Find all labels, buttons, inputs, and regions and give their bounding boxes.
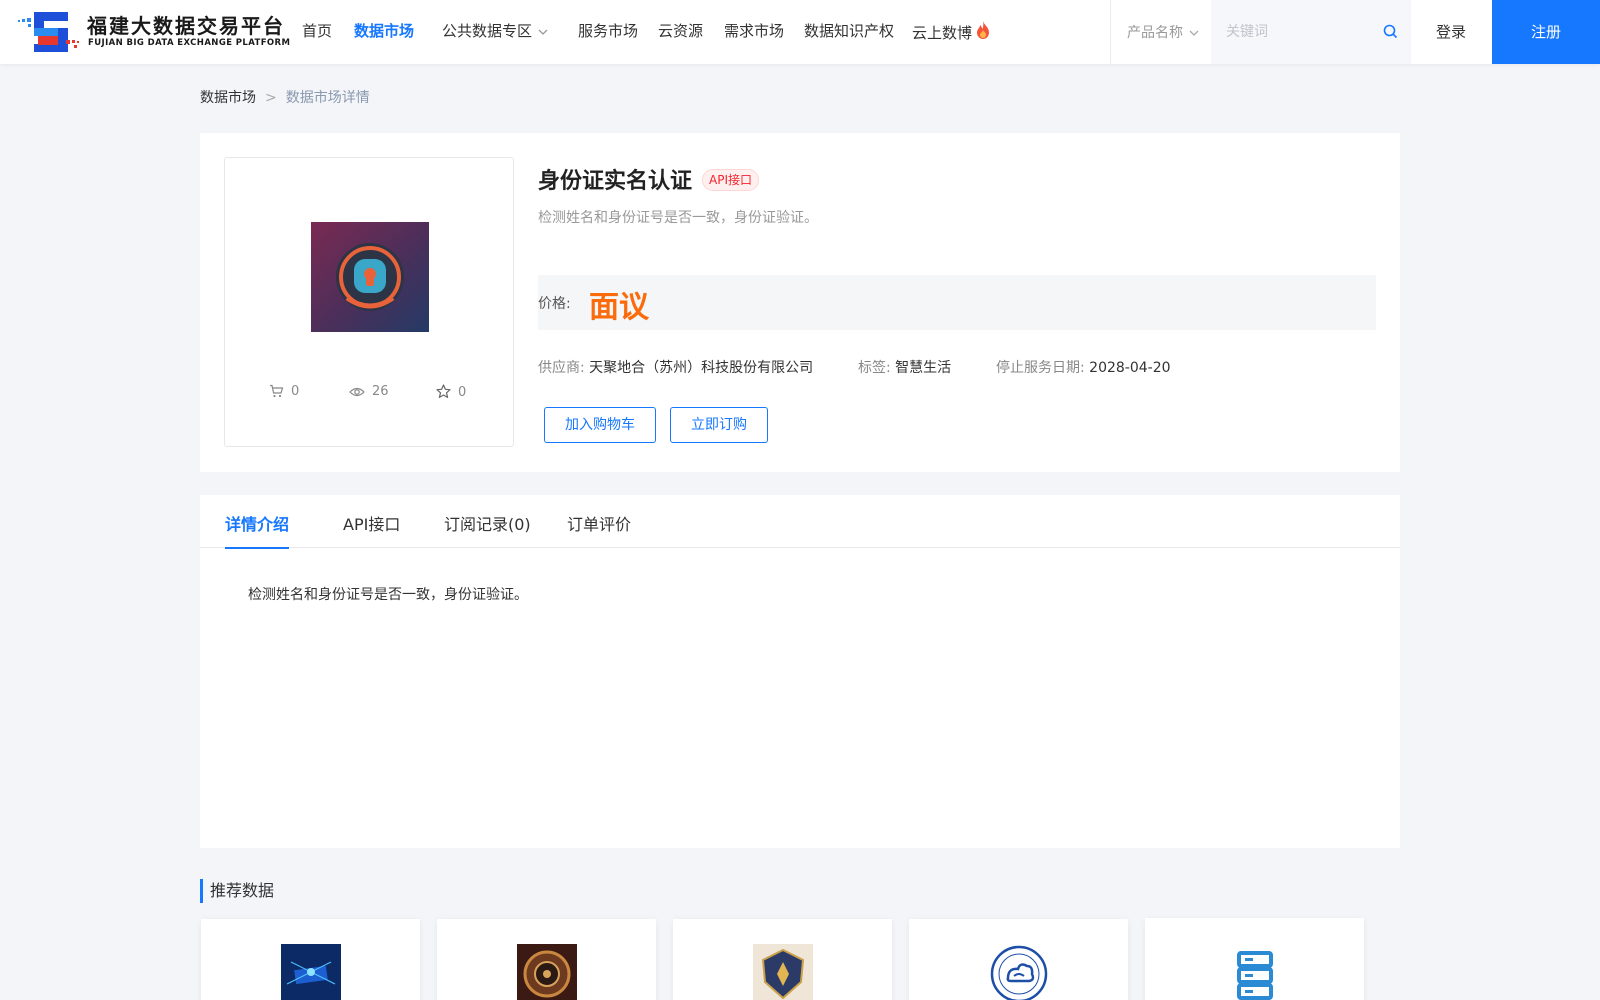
top-header: 福建大数据交易平台 FUJIAN BIG DATA EXCHANGE PLATF… bbox=[0, 0, 1600, 64]
product-thumbnail-box: 0 26 0 bbox=[224, 157, 514, 447]
nav-home[interactable]: 首页 bbox=[302, 20, 332, 41]
nav-data-ip[interactable]: 数据知识产权 bbox=[804, 20, 894, 41]
login-button[interactable]: 登录 bbox=[1410, 0, 1492, 64]
cart-icon bbox=[270, 384, 284, 398]
recommend-image bbox=[989, 944, 1049, 1000]
search-type-select[interactable]: 产品名称 bbox=[1127, 22, 1199, 42]
detail-card: 详情介绍 API接口 订阅记录(0) 订单评价 检测姓名和身份证号是否一致，身份… bbox=[200, 495, 1400, 848]
logo-title-en: FUJIAN BIG DATA EXCHANGE PLATFORM bbox=[88, 38, 291, 48]
tab-bar: 详情介绍 API接口 订阅记录(0) 订单评价 bbox=[200, 495, 1400, 549]
tab-details[interactable]: 详情介绍 bbox=[225, 511, 290, 549]
nav-public-data[interactable]: 公共数据专区 bbox=[442, 20, 548, 41]
price-value: 面议 bbox=[589, 290, 649, 325]
star-icon[interactable] bbox=[436, 384, 451, 399]
breadcrumb-separator: > bbox=[265, 90, 277, 106]
recommend-image bbox=[753, 944, 813, 1000]
recommend-image bbox=[281, 944, 341, 1000]
product-title: 身份证实名认证 bbox=[538, 169, 693, 194]
search-icon[interactable] bbox=[1383, 24, 1398, 39]
recommend-card[interactable] bbox=[1145, 918, 1364, 1000]
recommend-card[interactable] bbox=[437, 919, 656, 1000]
end-date-label: 停止服务日期: bbox=[996, 360, 1085, 376]
breadcrumb-current: 数据市场详情 bbox=[285, 90, 370, 106]
chevron-down-icon bbox=[1189, 30, 1199, 36]
nav-data-market[interactable]: 数据市场 bbox=[354, 20, 414, 41]
nav-cloud-resources[interactable]: 云资源 bbox=[658, 20, 703, 41]
tab-subscriptions[interactable]: 订阅记录(0) bbox=[444, 511, 531, 547]
nav-cloud-expo[interactable]: 云上数博 bbox=[912, 20, 992, 43]
nav-cloud-expo-label: 云上数博 bbox=[912, 24, 973, 42]
recommend-card[interactable] bbox=[673, 919, 892, 1000]
register-button[interactable]: 注册 bbox=[1492, 0, 1600, 64]
recommend-card[interactable] bbox=[201, 919, 420, 1000]
detail-content: 检测姓名和身份证号是否一致，身份证验证。 bbox=[248, 587, 528, 603]
supplier-info: 供应商: 天聚地合（苏州）科技股份有限公司 bbox=[538, 357, 813, 377]
search-area: 产品名称 bbox=[1110, 0, 1411, 64]
cart-count-value: 0 bbox=[291, 384, 300, 399]
product-image bbox=[311, 222, 429, 332]
tag-info: 标签: 智慧生活 bbox=[858, 357, 951, 377]
supplier-name: 天聚地合（苏州）科技股份有限公司 bbox=[589, 360, 814, 376]
platform-logo[interactable]: 福建大数据交易平台 FUJIAN BIG DATA EXCHANGE PLATF… bbox=[16, 8, 290, 56]
logo-title-cn: 福建大数据交易平台 bbox=[87, 14, 285, 38]
nav-public-data-label: 公共数据专区 bbox=[442, 22, 533, 40]
chevron-down-icon bbox=[538, 29, 548, 35]
nav-service-market[interactable]: 服务市场 bbox=[578, 20, 638, 41]
view-count: 26 bbox=[349, 384, 389, 399]
recommended-section-title: 推荐数据 bbox=[200, 879, 274, 903]
price-row: 价格: 面议 bbox=[538, 275, 1376, 330]
logo-mark-icon bbox=[18, 12, 79, 52]
nav-demand-market[interactable]: 需求市场 bbox=[724, 20, 784, 41]
supplier-label: 供应商: bbox=[538, 360, 585, 376]
end-date-info: 停止服务日期: 2028-04-20 bbox=[996, 357, 1171, 377]
favorite-count-value: 0 bbox=[458, 385, 467, 400]
tag-label: 标签: bbox=[858, 360, 891, 376]
end-date-value: 2028-04-20 bbox=[1089, 360, 1171, 376]
search-type-label: 产品名称 bbox=[1127, 25, 1183, 41]
breadcrumb: 数据市场 > 数据市场详情 bbox=[200, 87, 370, 107]
tab-reviews[interactable]: 订单评价 bbox=[567, 511, 631, 547]
recommend-image bbox=[517, 944, 577, 1000]
flame-icon bbox=[977, 21, 990, 39]
product-description: 检测姓名和身份证号是否一致，身份证验证。 bbox=[538, 210, 818, 226]
tag-value: 智慧生活 bbox=[895, 360, 952, 376]
add-to-cart-button[interactable]: 加入购物车 bbox=[544, 407, 656, 443]
cart-count: 0 bbox=[269, 384, 299, 399]
view-count-value: 26 bbox=[372, 384, 389, 399]
price-label: 价格: bbox=[538, 296, 571, 312]
eye-icon bbox=[349, 387, 365, 397]
recommend-card[interactable] bbox=[909, 919, 1128, 1000]
search-box bbox=[1211, 0, 1411, 64]
search-input[interactable] bbox=[1211, 14, 1371, 50]
product-card: 0 26 0 身份证实名认证 API接口 检测姓名和身份证号是否一致，身份证验证… bbox=[200, 133, 1400, 472]
database-icon bbox=[1225, 943, 1285, 1000]
product-type-badge: API接口 bbox=[702, 169, 759, 191]
favorite-count: 0 bbox=[436, 384, 466, 400]
breadcrumb-data-market[interactable]: 数据市场 bbox=[200, 90, 256, 106]
buy-now-button[interactable]: 立即订购 bbox=[670, 407, 768, 443]
tab-api[interactable]: API接口 bbox=[343, 511, 400, 547]
